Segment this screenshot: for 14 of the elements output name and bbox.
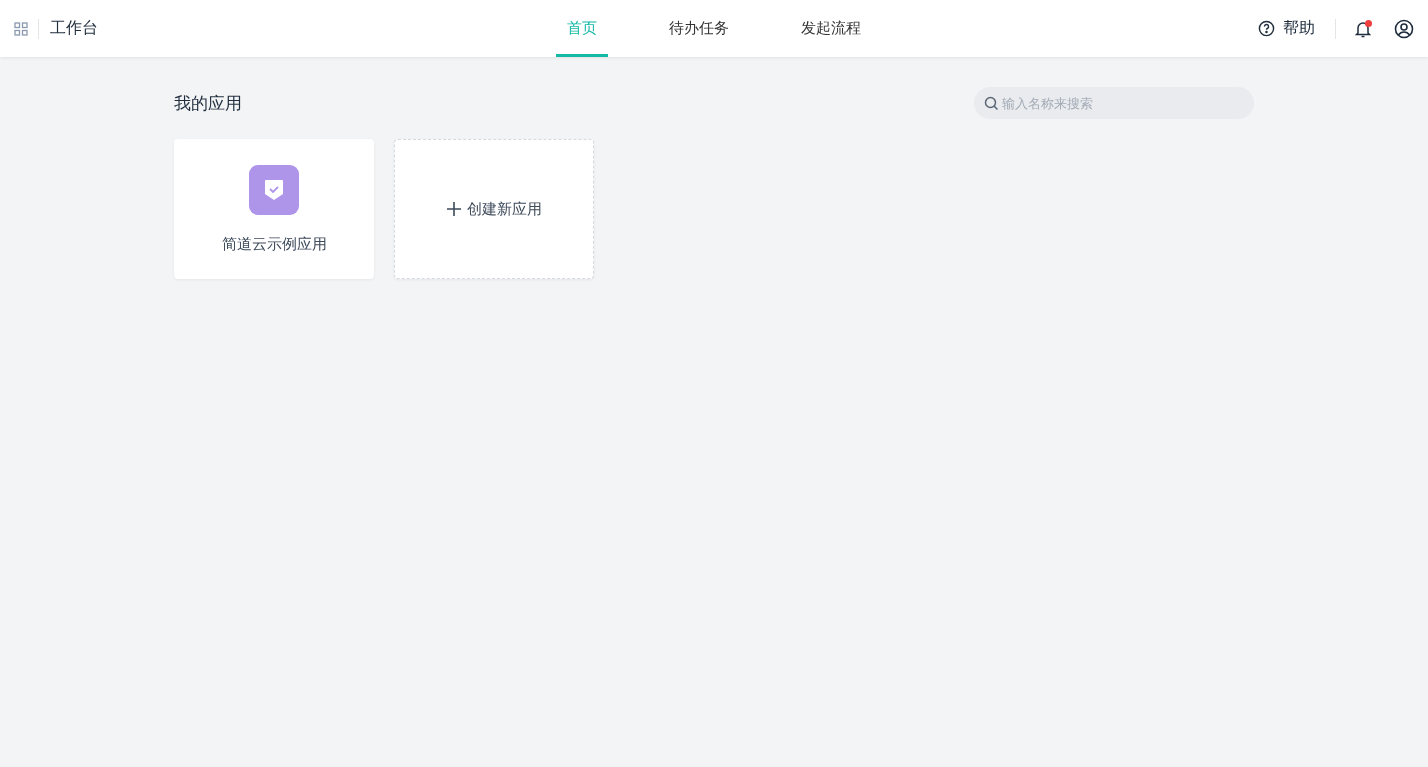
user-icon[interactable] <box>1394 18 1414 39</box>
plus-icon <box>446 202 461 216</box>
app-card[interactable]: 简道云示例应用 <box>174 139 374 279</box>
create-app-button[interactable]: 创建新应用 <box>394 139 594 279</box>
section-title: 我的应用 <box>174 91 242 115</box>
search-field[interactable]: 输入名称来搜索 <box>974 87 1254 119</box>
grid-icon[interactable] <box>14 21 28 36</box>
help-button[interactable]: 帮助 <box>1258 18 1315 39</box>
help-icon <box>1258 20 1275 37</box>
workspace-title: 工作台 <box>50 18 98 39</box>
nav-tab[interactable]: 待办任务 <box>658 0 740 57</box>
bell-icon[interactable] <box>1354 19 1372 38</box>
app-name: 简道云示例应用 <box>221 234 327 254</box>
nav-tab[interactable]: 发起流程 <box>790 0 872 57</box>
